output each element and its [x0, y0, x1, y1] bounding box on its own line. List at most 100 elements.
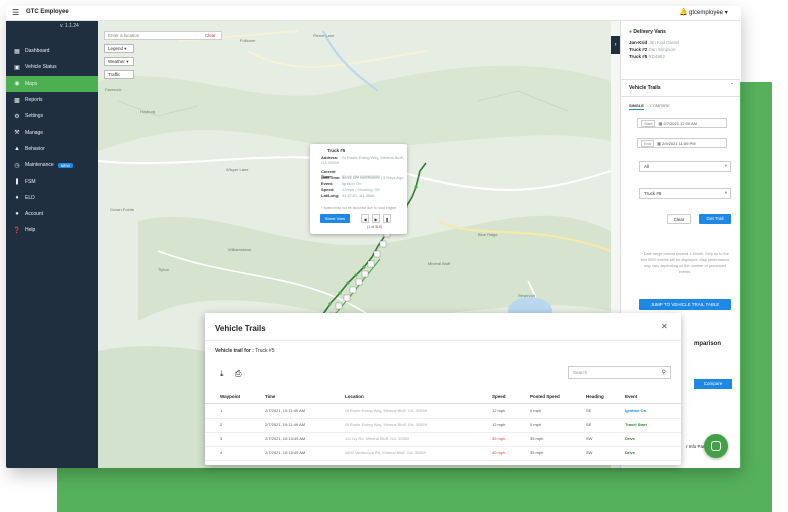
sidebar-item-vehicle-status[interactable]: ▣ Vehicle Status: [6, 59, 98, 75]
traffic-toggle[interactable]: Traffic: [104, 70, 134, 79]
gear-icon: ⚙: [14, 113, 20, 120]
chevron-down-icon: ▾: [724, 163, 727, 168]
popup-row: Unit Time: 10:11 AM 02/07/2021 | 3 Days A…: [321, 175, 403, 180]
place-label: Reservoir: [518, 293, 536, 298]
chevron-right-icon: ›: [614, 42, 617, 48]
column-header[interactable]: Heading: [586, 394, 604, 399]
chat-button[interactable]: [704, 434, 728, 458]
event-filter-select[interactable]: All ▾: [639, 161, 731, 172]
bar-chart-icon: ▩: [14, 97, 20, 104]
trail-info-text: * Date range cannot exceed 1 Month. Only…: [640, 252, 730, 274]
column-header[interactable]: Time: [265, 394, 275, 399]
get-trail-button[interactable]: Get Trail: [699, 214, 731, 224]
street-view-button[interactable]: Street View: [320, 214, 350, 223]
sidebar-item-eld[interactable]: ♦ ELD: [6, 190, 98, 206]
sidebar-item-fsm[interactable]: ❚ FSM: [6, 173, 98, 189]
subtitle-label: Vehicle trail for :: [215, 348, 254, 354]
cell-waypoint: 3: [220, 436, 223, 441]
close-icon[interactable]: ✕: [661, 322, 668, 331]
play-button[interactable]: ▶: [372, 214, 380, 223]
brand-name: GTC Employee: [26, 9, 69, 15]
sidebar-item-reports[interactable]: ▩ Reports: [6, 92, 98, 108]
sidebar-item-dashboard[interactable]: ▦ Dashboard: [6, 43, 98, 59]
cell-heading: SW: [586, 450, 593, 455]
download-icon[interactable]: ⤓: [220, 369, 224, 379]
column-header[interactable]: Location: [345, 394, 364, 399]
popup-row-value: 12mph / Heading: SE: [342, 187, 381, 192]
pause-button[interactable]: ❚: [383, 214, 391, 223]
table-row[interactable]: 3 2/7/2021, 10:13:49 AM 111 Ivy Rd, Mine…: [205, 432, 681, 447]
sidebar-item-behavior[interactable]: ▲ Behavior: [6, 141, 98, 157]
popup-row-value: Ignition On: [342, 181, 362, 186]
section-title: Vehicle Trails: [629, 85, 661, 91]
sidebar-item-help[interactable]: ❓ Help: [6, 222, 98, 238]
panel-collapse-toggle[interactable]: ›: [611, 36, 620, 54]
popup-counter: (1 of 315): [367, 225, 382, 229]
jump-to-trail-table-button[interactable]: JUMP TO VEHICLE TRAIL TABLE: [639, 299, 731, 310]
sidebar-nav: ▦ Dashboard ▣ Vehicle Status ◉ Maps ▩ Report…: [6, 43, 98, 239]
chevron-up-icon: ˆ: [731, 84, 733, 90]
modal-subtitle: Vehicle trail for : Truck #5: [215, 348, 274, 354]
clock-icon: ◷: [14, 162, 20, 169]
table-search-input[interactable]: Search ⚲: [568, 366, 671, 379]
place-label: Faverock: [105, 87, 121, 92]
tab-single[interactable]: SINGLE: [629, 103, 644, 110]
wrench-icon: ⚒: [14, 130, 20, 137]
sidebar-item-label: Dashboard: [25, 48, 50, 55]
start-date-field[interactable]: Start ▦ 2/7/2021 12:00 AM: [637, 118, 727, 128]
vehicle-trails-section-header[interactable]: Vehicle Trails ˆ: [621, 79, 740, 97]
print-icon[interactable]: ⎙: [235, 369, 241, 379]
tab-compare[interactable]: COMPARE: [650, 103, 670, 108]
cell-location: St Route Ewing Way, Mineral Bluff, GA, 3…: [345, 422, 427, 427]
sidebar-item-label: FSM: [25, 178, 36, 185]
column-header[interactable]: Posted Speed: [530, 394, 560, 399]
sidebar-item-settings[interactable]: ⚙ Settings: [6, 108, 98, 124]
subtitle-value: Truck #5: [255, 348, 275, 354]
place-label: Blue Ridge: [478, 232, 498, 237]
sidebar-item-label: Maps: [25, 80, 38, 87]
cell-speed: 35 mph: [492, 436, 506, 441]
hamburger-menu-icon[interactable]: ☰: [12, 9, 19, 17]
sidebar-item-label: Help: [25, 227, 36, 234]
cell-posted-speed: 35 mph: [530, 436, 544, 441]
end-label: End: [641, 140, 655, 147]
table-row[interactable]: 2 2/7/2021, 10:11:49 AM St Route Ewing W…: [205, 418, 681, 433]
group-line-label: Truck #2: [629, 47, 648, 52]
column-header[interactable]: Event: [625, 394, 637, 399]
table-row[interactable]: 1 2/7/2021, 10:11:49 AM St Route Ewing W…: [205, 404, 681, 419]
chevron-down-icon: ▾: [724, 10, 728, 16]
cell-posted-speed: 0 mph: [530, 408, 542, 413]
play-icon: ▶: [374, 217, 378, 222]
sidebar-item-label: Settings: [25, 113, 44, 120]
bell-icon[interactable]: 🔔: [679, 8, 688, 16]
clear-button[interactable]: Clear: [667, 214, 691, 224]
sidebar: v. 1.1.24 ▦ Dashboard ▣ Vehicle Status ◉ Ma…: [6, 21, 98, 468]
previous-button[interactable]: ◀: [361, 214, 369, 223]
cell-waypoint: 2: [220, 422, 223, 427]
start-label: Start: [641, 120, 656, 127]
end-date-field[interactable]: End ▦ 2/9/2021 11:59 PM: [637, 138, 727, 148]
vehicle-select[interactable]: Truck #5 ▾: [639, 188, 731, 199]
table-row[interactable]: 4 2/7/2021, 10:15:49 AM 4800 Ventucopa R…: [205, 446, 681, 461]
calendar-icon: ▦: [657, 141, 661, 146]
vehicle-popup: Truck #5 Address: St Route Ewing Way, Min…: [310, 144, 407, 234]
sidebar-item-manage[interactable]: ⚒ Manage: [6, 124, 98, 140]
cell-speed: 12 mph: [492, 422, 506, 427]
sidebar-item-maintenance[interactable]: ◷ Maintenance NEW: [6, 157, 98, 173]
account-icon: ●: [15, 211, 19, 218]
group-header: ● Delivery Vans: [629, 29, 666, 35]
search-icon: ⚲: [661, 370, 666, 376]
popup-row-label: Lat/Long:: [321, 193, 340, 198]
help-icon: ❓: [13, 227, 21, 234]
legend-dropdown[interactable]: Legend ▾: [104, 44, 134, 53]
user-menu[interactable]: gtcemployee ▾: [689, 9, 728, 16]
clear-location-link[interactable]: Clear: [205, 33, 216, 38]
sidebar-item-maps[interactable]: ◉ Maps: [6, 75, 98, 92]
weather-dropdown[interactable]: Weather ▾: [104, 57, 134, 66]
sidebar-item-account[interactable]: ● Account: [6, 206, 98, 222]
column-header[interactable]: Speed: [492, 394, 506, 399]
vehicle-icon: ▣: [14, 64, 20, 71]
column-header[interactable]: Waypoint: [220, 394, 240, 399]
compare-button[interactable]: Compare: [694, 379, 732, 389]
popup-row-value: 34.8740, -84.3588: [342, 193, 375, 198]
